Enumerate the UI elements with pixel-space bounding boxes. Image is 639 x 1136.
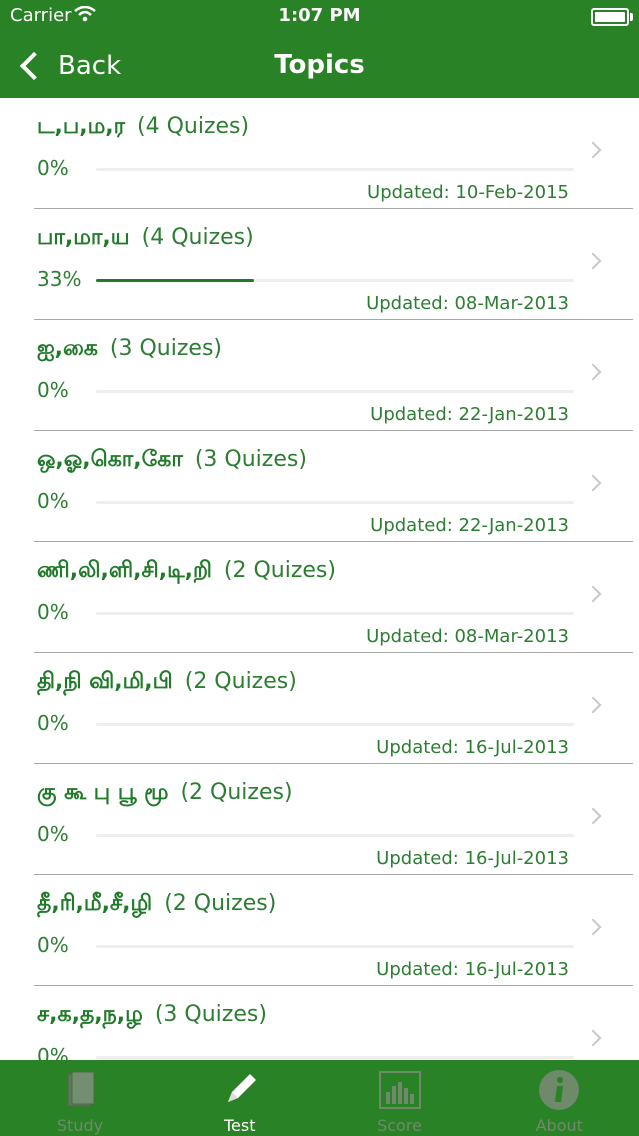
progress-track bbox=[96, 1056, 574, 1059]
chevron-right-icon bbox=[584, 807, 602, 825]
quiz-count: (4 Quizes) bbox=[137, 114, 250, 139]
chevron-right-icon bbox=[584, 585, 602, 603]
tab-bar: Study Test Score About bbox=[0, 1060, 639, 1136]
progress-track bbox=[96, 501, 574, 504]
list-item[interactable]: பா,மா,ய (4 Quizes) 33% Updated: 08-Mar-2013 bbox=[0, 209, 639, 320]
tab-label: About bbox=[535, 1116, 583, 1135]
list-item[interactable]: ஐ,கை (3 Quizes) 0% Updated: 22-Jan-2013 bbox=[0, 320, 639, 431]
topic-title: பா,மா,ய (4 Quizes) bbox=[37, 225, 254, 253]
tab-about[interactable]: About bbox=[479, 1060, 639, 1136]
chevron-right-icon bbox=[584, 363, 602, 381]
topic-title: தீ,ரி,மீ,சீ,ழி (2 Quizes) bbox=[37, 891, 276, 919]
updated-date: Updated: 08-Mar-2013 bbox=[366, 293, 569, 314]
chevron-right-icon bbox=[584, 474, 602, 492]
list-item[interactable]: ட,ப,ம,ர (4 Quizes) 0% Updated: 10-Feb-2015 bbox=[0, 98, 639, 209]
updated-date: Updated: 22-Jan-2013 bbox=[370, 404, 569, 425]
progress-percent: 0% bbox=[37, 600, 69, 624]
tab-label: Test bbox=[223, 1116, 256, 1135]
topic-title: ஒ,ஓ,கொ,கோ (3 Quizes) bbox=[37, 447, 307, 475]
list-item[interactable]: ச,க,த,ந,ழ (3 Quizes) 0% bbox=[0, 986, 639, 1060]
tab-score[interactable]: Score bbox=[320, 1060, 480, 1136]
updated-date: Updated: 16-Jul-2013 bbox=[376, 848, 569, 869]
chevron-right-icon bbox=[584, 696, 602, 714]
progress-track bbox=[96, 279, 574, 282]
progress-percent: 0% bbox=[37, 489, 69, 513]
progress-track bbox=[96, 945, 574, 948]
quiz-count: (2 Quizes) bbox=[184, 669, 297, 694]
progress-percent: 0% bbox=[37, 933, 69, 957]
chevron-right-icon bbox=[584, 1029, 602, 1047]
progress-percent: 0% bbox=[37, 1044, 69, 1060]
topic-name: ட,ப,ம,ர bbox=[37, 114, 126, 139]
tab-study[interactable]: Study bbox=[0, 1060, 160, 1136]
quiz-count: (2 Quizes) bbox=[164, 891, 277, 916]
battery-icon bbox=[591, 8, 633, 26]
book-icon bbox=[58, 1068, 102, 1112]
chevron-right-icon bbox=[584, 918, 602, 936]
topic-name: தீ,ரி,மீ,சீ,ழி bbox=[37, 891, 153, 916]
quiz-count: (3 Quizes) bbox=[109, 336, 222, 361]
topic-name: தி,நி வி,மி,பி bbox=[37, 669, 173, 694]
status-bar: Carrier 1:07 PM bbox=[0, 0, 639, 32]
pencil-icon bbox=[218, 1068, 262, 1112]
list-item[interactable]: கு கூ பு பூ மூ (2 Quizes) 0% Updated: 16-Ju… bbox=[0, 764, 639, 875]
topic-name: ச,க,த,ந,ழ bbox=[37, 1002, 143, 1027]
progress-track bbox=[96, 390, 574, 393]
updated-date: Updated: 16-Jul-2013 bbox=[376, 959, 569, 980]
list-item[interactable]: ஒ,ஓ,கொ,கோ (3 Quizes) 0% Updated: 22-Jan-201… bbox=[0, 431, 639, 542]
topic-title: கு கூ பு பூ மூ (2 Quizes) bbox=[37, 780, 293, 808]
topic-name: ணி,லி,ளி,சி,டி,றி bbox=[37, 558, 212, 583]
progress-percent: 0% bbox=[37, 156, 69, 180]
topic-name: பா,மா,ய bbox=[37, 225, 130, 250]
updated-date: Updated: 08-Mar-2013 bbox=[366, 626, 569, 647]
progress-percent: 0% bbox=[37, 378, 69, 402]
progress-percent: 0% bbox=[37, 822, 69, 846]
topic-title: ஐ,கை (3 Quizes) bbox=[37, 336, 222, 364]
updated-date: Updated: 22-Jan-2013 bbox=[370, 515, 569, 536]
bar-chart-icon bbox=[378, 1068, 422, 1112]
list-item[interactable]: தீ,ரி,மீ,சீ,ழி (2 Quizes) 0% Updated: 16-Ju… bbox=[0, 875, 639, 986]
quiz-count: (3 Quizes) bbox=[194, 447, 307, 472]
topic-title: ணி,லி,ளி,சி,டி,றி (2 Quizes) bbox=[37, 558, 336, 586]
topic-title: ட,ப,ம,ர (4 Quizes) bbox=[37, 114, 249, 142]
navigation-bar: Carrier 1:07 PM Back Topics bbox=[0, 0, 639, 98]
status-time: 1:07 PM bbox=[278, 5, 361, 26]
progress-track bbox=[96, 834, 574, 837]
quiz-count: (4 Quizes) bbox=[141, 225, 254, 250]
topic-name: ஒ,ஓ,கொ,கோ bbox=[37, 447, 183, 472]
quiz-count: (2 Quizes) bbox=[223, 558, 336, 583]
tab-label: Score bbox=[377, 1116, 422, 1135]
list-item[interactable]: தி,நி வி,மி,பி (2 Quizes) 0% Updated: 16-Ju… bbox=[0, 653, 639, 764]
progress-track bbox=[96, 723, 574, 726]
topic-list[interactable]: ட,ப,ம,ர (4 Quizes) 0% Updated: 10-Feb-2015 ப… bbox=[0, 98, 639, 1060]
quiz-count: (3 Quizes) bbox=[154, 1002, 267, 1027]
progress-percent: 0% bbox=[37, 711, 69, 735]
info-icon bbox=[537, 1068, 581, 1112]
topic-name: ஐ,கை bbox=[37, 336, 98, 361]
topic-title: ச,க,த,ந,ழ (3 Quizes) bbox=[37, 1002, 267, 1030]
updated-date: Updated: 10-Feb-2015 bbox=[367, 182, 569, 203]
list-item[interactable]: ணி,லி,ளி,சி,டி,றி (2 Quizes) 0% Updated: 08… bbox=[0, 542, 639, 653]
progress-percent: 33% bbox=[37, 267, 82, 291]
topic-name: கு கூ பு பூ மூ bbox=[37, 780, 169, 805]
progress-track bbox=[96, 612, 574, 615]
tab-test[interactable]: Test bbox=[160, 1060, 320, 1136]
progress-track bbox=[96, 168, 574, 171]
updated-date: Updated: 16-Jul-2013 bbox=[376, 737, 569, 758]
tab-label: Study bbox=[56, 1116, 104, 1135]
page-title: Topics bbox=[274, 50, 365, 80]
chevron-right-icon bbox=[584, 252, 602, 270]
progress-bar bbox=[96, 279, 254, 282]
topic-title: தி,நி வி,மி,பி (2 Quizes) bbox=[37, 669, 297, 697]
chevron-right-icon bbox=[584, 141, 602, 159]
quiz-count: (2 Quizes) bbox=[180, 780, 293, 805]
